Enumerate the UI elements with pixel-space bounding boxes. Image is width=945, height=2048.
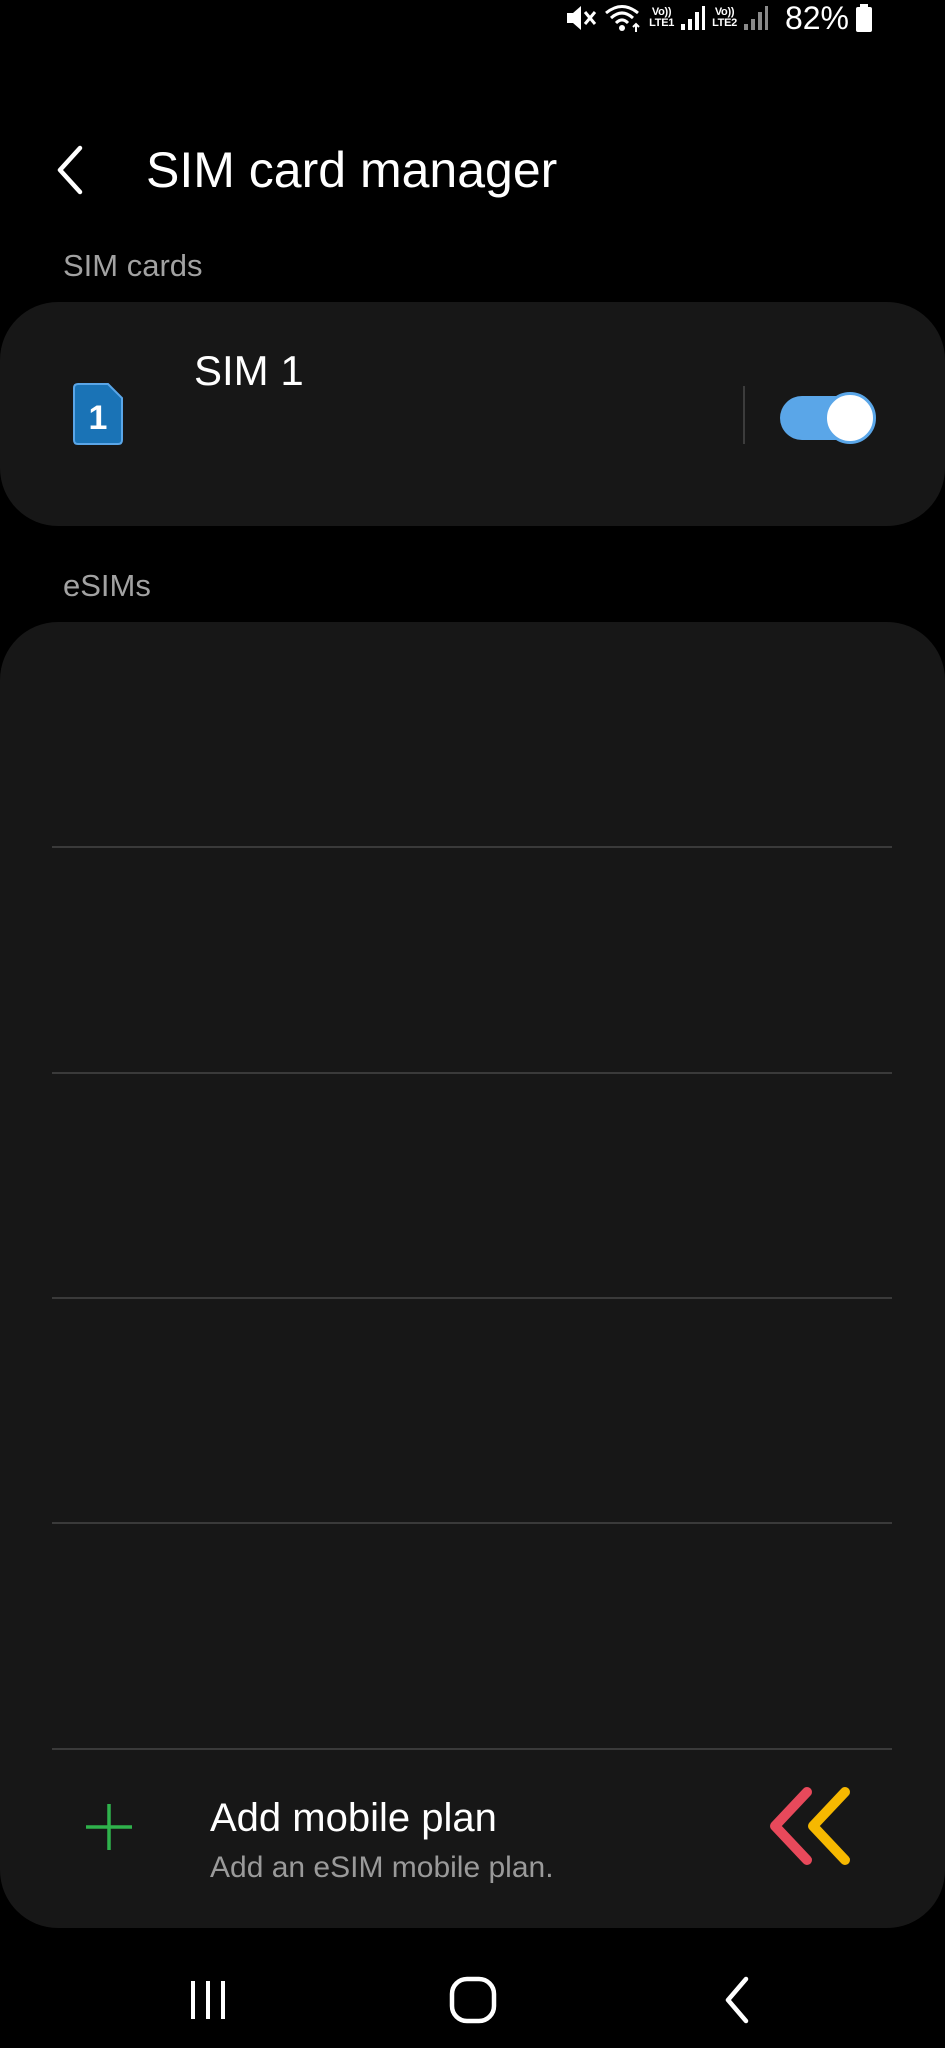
plus-icon	[84, 1802, 134, 1852]
recent-apps-icon	[191, 1981, 225, 2019]
status-bar: Vo)) LTE1 Vo)) LTE2 82%	[0, 0, 945, 40]
add-plan-subtitle: Add an eSIM mobile plan.	[210, 1851, 554, 1884]
wifi-icon	[603, 2, 643, 34]
sim-cards-section-label: SIM cards	[63, 248, 203, 283]
sim-divider	[743, 386, 745, 444]
esim-slot[interactable]	[0, 1074, 945, 1298]
sim-slot-number: 1	[89, 399, 108, 437]
battery-icon	[855, 3, 873, 33]
esim-slot[interactable]	[0, 1299, 945, 1523]
battery-percentage: 82%	[784, 0, 849, 36]
sim-enable-toggle[interactable]	[780, 392, 876, 444]
sim2-lte-label: LTE2	[712, 17, 737, 29]
add-plan-title: Add mobile plan	[210, 1796, 497, 1840]
double-chevron-logo-icon	[765, 1784, 857, 1874]
list-divider	[52, 1748, 892, 1750]
back-button[interactable]	[52, 140, 112, 200]
add-mobile-plan-button[interactable]: Add mobile plan Add an eSIM mobile plan.	[0, 1752, 945, 1902]
sim1-lte-label: LTE1	[649, 17, 675, 29]
toggle-knob	[824, 392, 876, 444]
nav-back-button[interactable]	[688, 1960, 788, 2040]
esim-slot[interactable]	[0, 622, 945, 846]
mute-icon	[563, 2, 597, 34]
recent-apps-button[interactable]	[158, 1960, 258, 2040]
home-icon	[449, 1976, 497, 2024]
home-button[interactable]	[423, 1960, 523, 2040]
navigation-bar	[0, 1960, 945, 2048]
status-icons: Vo)) LTE1 Vo)) LTE2 82%	[563, 0, 873, 36]
esims-card: Add mobile plan Add an eSIM mobile plan.	[0, 622, 945, 1928]
back-icon	[725, 1976, 749, 2024]
page-title: SIM card manager	[146, 142, 558, 198]
sim-card-item[interactable]: 1 SIM 1	[0, 302, 945, 526]
sim2-volte-indicator: Vo)) LTE2	[712, 7, 737, 29]
esims-section-label: eSIMs	[63, 568, 151, 603]
signal-icon	[743, 4, 769, 32]
signal-icon	[680, 4, 706, 32]
sim-card-icon: 1	[70, 382, 126, 446]
back-arrow-icon	[57, 145, 83, 195]
app-header: SIM card manager	[0, 130, 945, 210]
sim1-volte-indicator: Vo)) LTE1	[649, 7, 674, 29]
esim-slot[interactable]	[0, 848, 945, 1072]
sim-name: SIM 1	[194, 347, 304, 394]
esim-slot[interactable]	[0, 1524, 945, 1748]
